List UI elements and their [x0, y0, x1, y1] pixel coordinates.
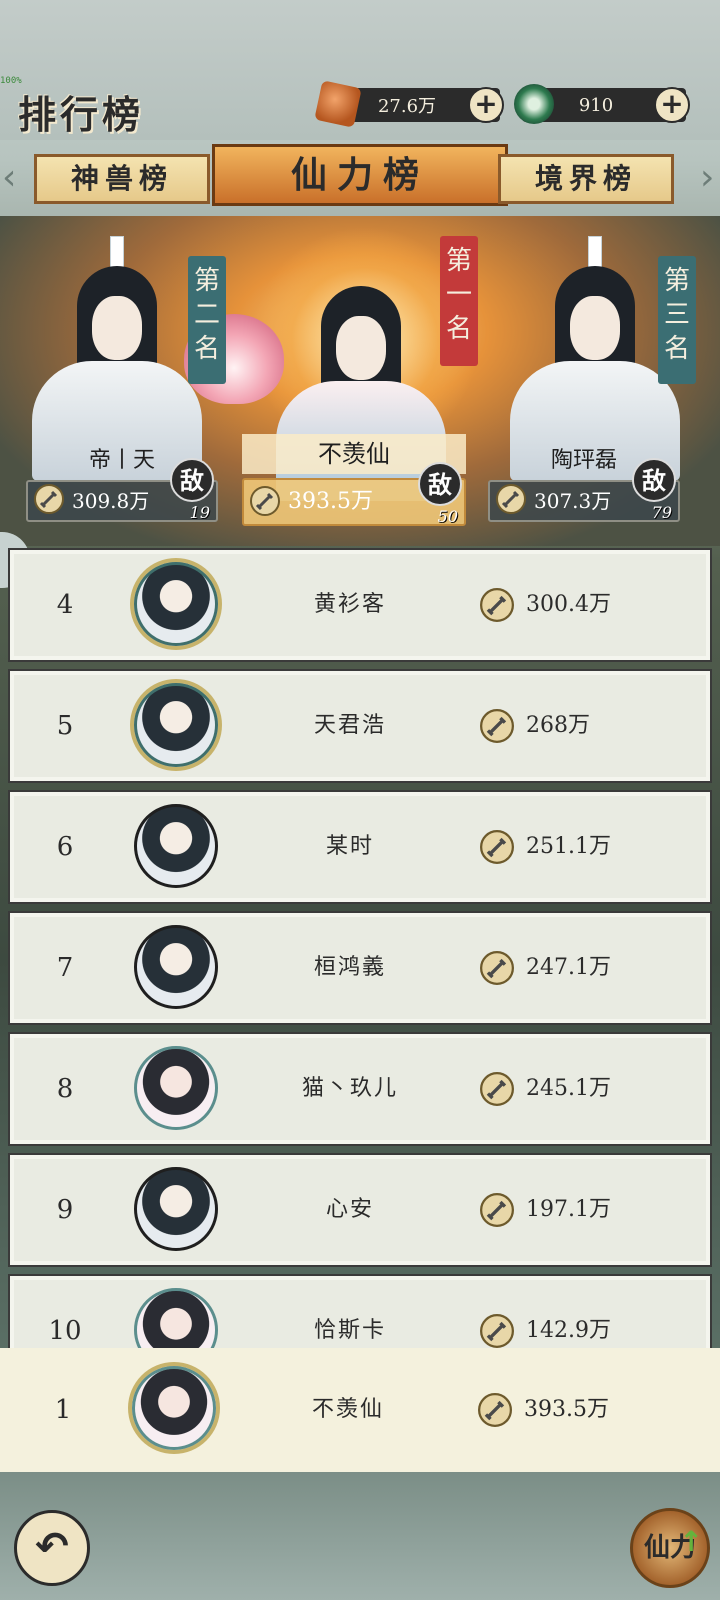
sword-power-icon [34, 484, 64, 514]
back-arrow-icon: ↶ [35, 1524, 69, 1570]
resource-jade-coin: 910 + [514, 84, 690, 124]
list-item[interactable]: 4 黄衫客 300.4万 [8, 548, 712, 662]
first-place-plate[interactable]: 不羡仙 393.5万 敌 50 [242, 434, 466, 526]
list-item[interactable]: 7 桓鸿義 247.1万 [8, 911, 712, 1025]
third-place-challenge-button[interactable]: 敌 [632, 458, 676, 502]
back-button[interactable]: ↶ [14, 1510, 90, 1586]
add-jade-coin-button[interactable]: + [654, 87, 690, 123]
avatar[interactable] [134, 804, 218, 888]
rank-number: 5 [56, 711, 74, 741]
my-avatar[interactable] [132, 1366, 216, 1450]
avatar[interactable] [134, 562, 218, 646]
player-power: 247.1万 [526, 955, 611, 980]
top-three-podium: 第二名 第一名 第三名 帝丨天 309.8万 敌 19 不羡仙 393.5万 敌… [0, 216, 720, 546]
xianli-button[interactable]: 仙力 ↑ [630, 1508, 710, 1588]
player-name: 天君浩 [313, 713, 386, 738]
rank-number: 4 [56, 590, 74, 620]
player-power: 251.1万 [526, 834, 611, 859]
my-ranking-row[interactable]: 1 不羡仙 393.5万 [0, 1348, 720, 1472]
player-name: 某时 [325, 834, 374, 859]
tab-power-ranking[interactable]: 仙力榜 [212, 144, 508, 206]
second-place-level: 19 [189, 503, 210, 522]
sword-power-icon [250, 486, 280, 516]
second-place-power: 309.8万 [72, 489, 150, 513]
tab-next-arrow-icon[interactable]: › [700, 158, 718, 202]
list-item[interactable]: 8 猫丶玖儿 245.1万 [8, 1032, 712, 1146]
tab-beast-ranking[interactable]: 神兽榜 [34, 154, 210, 204]
first-place-level: 50 [437, 507, 458, 526]
rank-number: 7 [56, 953, 74, 983]
up-arrow-icon: ↑ [679, 1525, 703, 1558]
resource-spirit-stone: 27.6万 + [314, 80, 504, 128]
player-power: 197.1万 [526, 1197, 611, 1222]
avatar[interactable] [134, 683, 218, 767]
player-name: 黄衫客 [313, 592, 386, 617]
rank-number: 9 [56, 1195, 74, 1225]
list-item[interactable]: 6 某时 251.1万 [8, 790, 712, 904]
spirit-stone-icon [314, 80, 362, 128]
first-place-power: 393.5万 [288, 489, 373, 514]
player-name: 心安 [325, 1197, 374, 1222]
rank-number: 6 [56, 832, 74, 862]
avatar[interactable] [134, 1046, 218, 1130]
my-power: 393.5万 [524, 1397, 609, 1422]
second-place-challenge-button[interactable]: 敌 [170, 458, 214, 502]
sword-power-icon [496, 484, 526, 514]
rank-number: 8 [56, 1074, 74, 1104]
third-place-plate[interactable]: 陶玶磊 307.3万 敌 79 [488, 444, 680, 522]
player-power: 268万 [526, 713, 590, 738]
avatar[interactable] [134, 1167, 218, 1251]
tab-prev-arrow-icon[interactable]: ‹ [2, 158, 20, 202]
player-power: 245.1万 [526, 1076, 611, 1101]
add-spirit-stone-button[interactable]: + [468, 87, 504, 123]
list-item[interactable]: 9 心安 197.1万 [8, 1153, 712, 1267]
third-place-banner: 第三名 [658, 256, 696, 384]
player-name: 猫丶玖儿 [301, 1076, 398, 1101]
my-name: 不羡仙 [311, 1397, 384, 1422]
player-power: 300.4万 [526, 592, 611, 617]
second-place-banner: 第二名 [188, 256, 226, 384]
second-place-plate[interactable]: 帝丨天 309.8万 敌 19 [26, 444, 218, 522]
first-place-banner: 第一名 [440, 236, 478, 366]
player-name: 桓鸿義 [313, 955, 386, 980]
avatar[interactable] [134, 925, 218, 1009]
first-place-challenge-button[interactable]: 敌 [418, 462, 462, 506]
third-place-power: 307.3万 [534, 489, 612, 513]
page-title: 排行榜 [18, 92, 145, 137]
ranking-tabs: ‹ 神兽榜 仙力榜 境界榜 › [0, 140, 720, 216]
third-place-level: 79 [651, 503, 672, 522]
jade-coin-icon [514, 84, 554, 124]
my-rank-number: 1 [54, 1395, 72, 1425]
header: 100% 排行榜 27.6万 + 910 + [0, 0, 720, 140]
list-item[interactable]: 5 天君浩 268万 [8, 669, 712, 783]
tab-realm-ranking[interactable]: 境界榜 [498, 154, 674, 204]
